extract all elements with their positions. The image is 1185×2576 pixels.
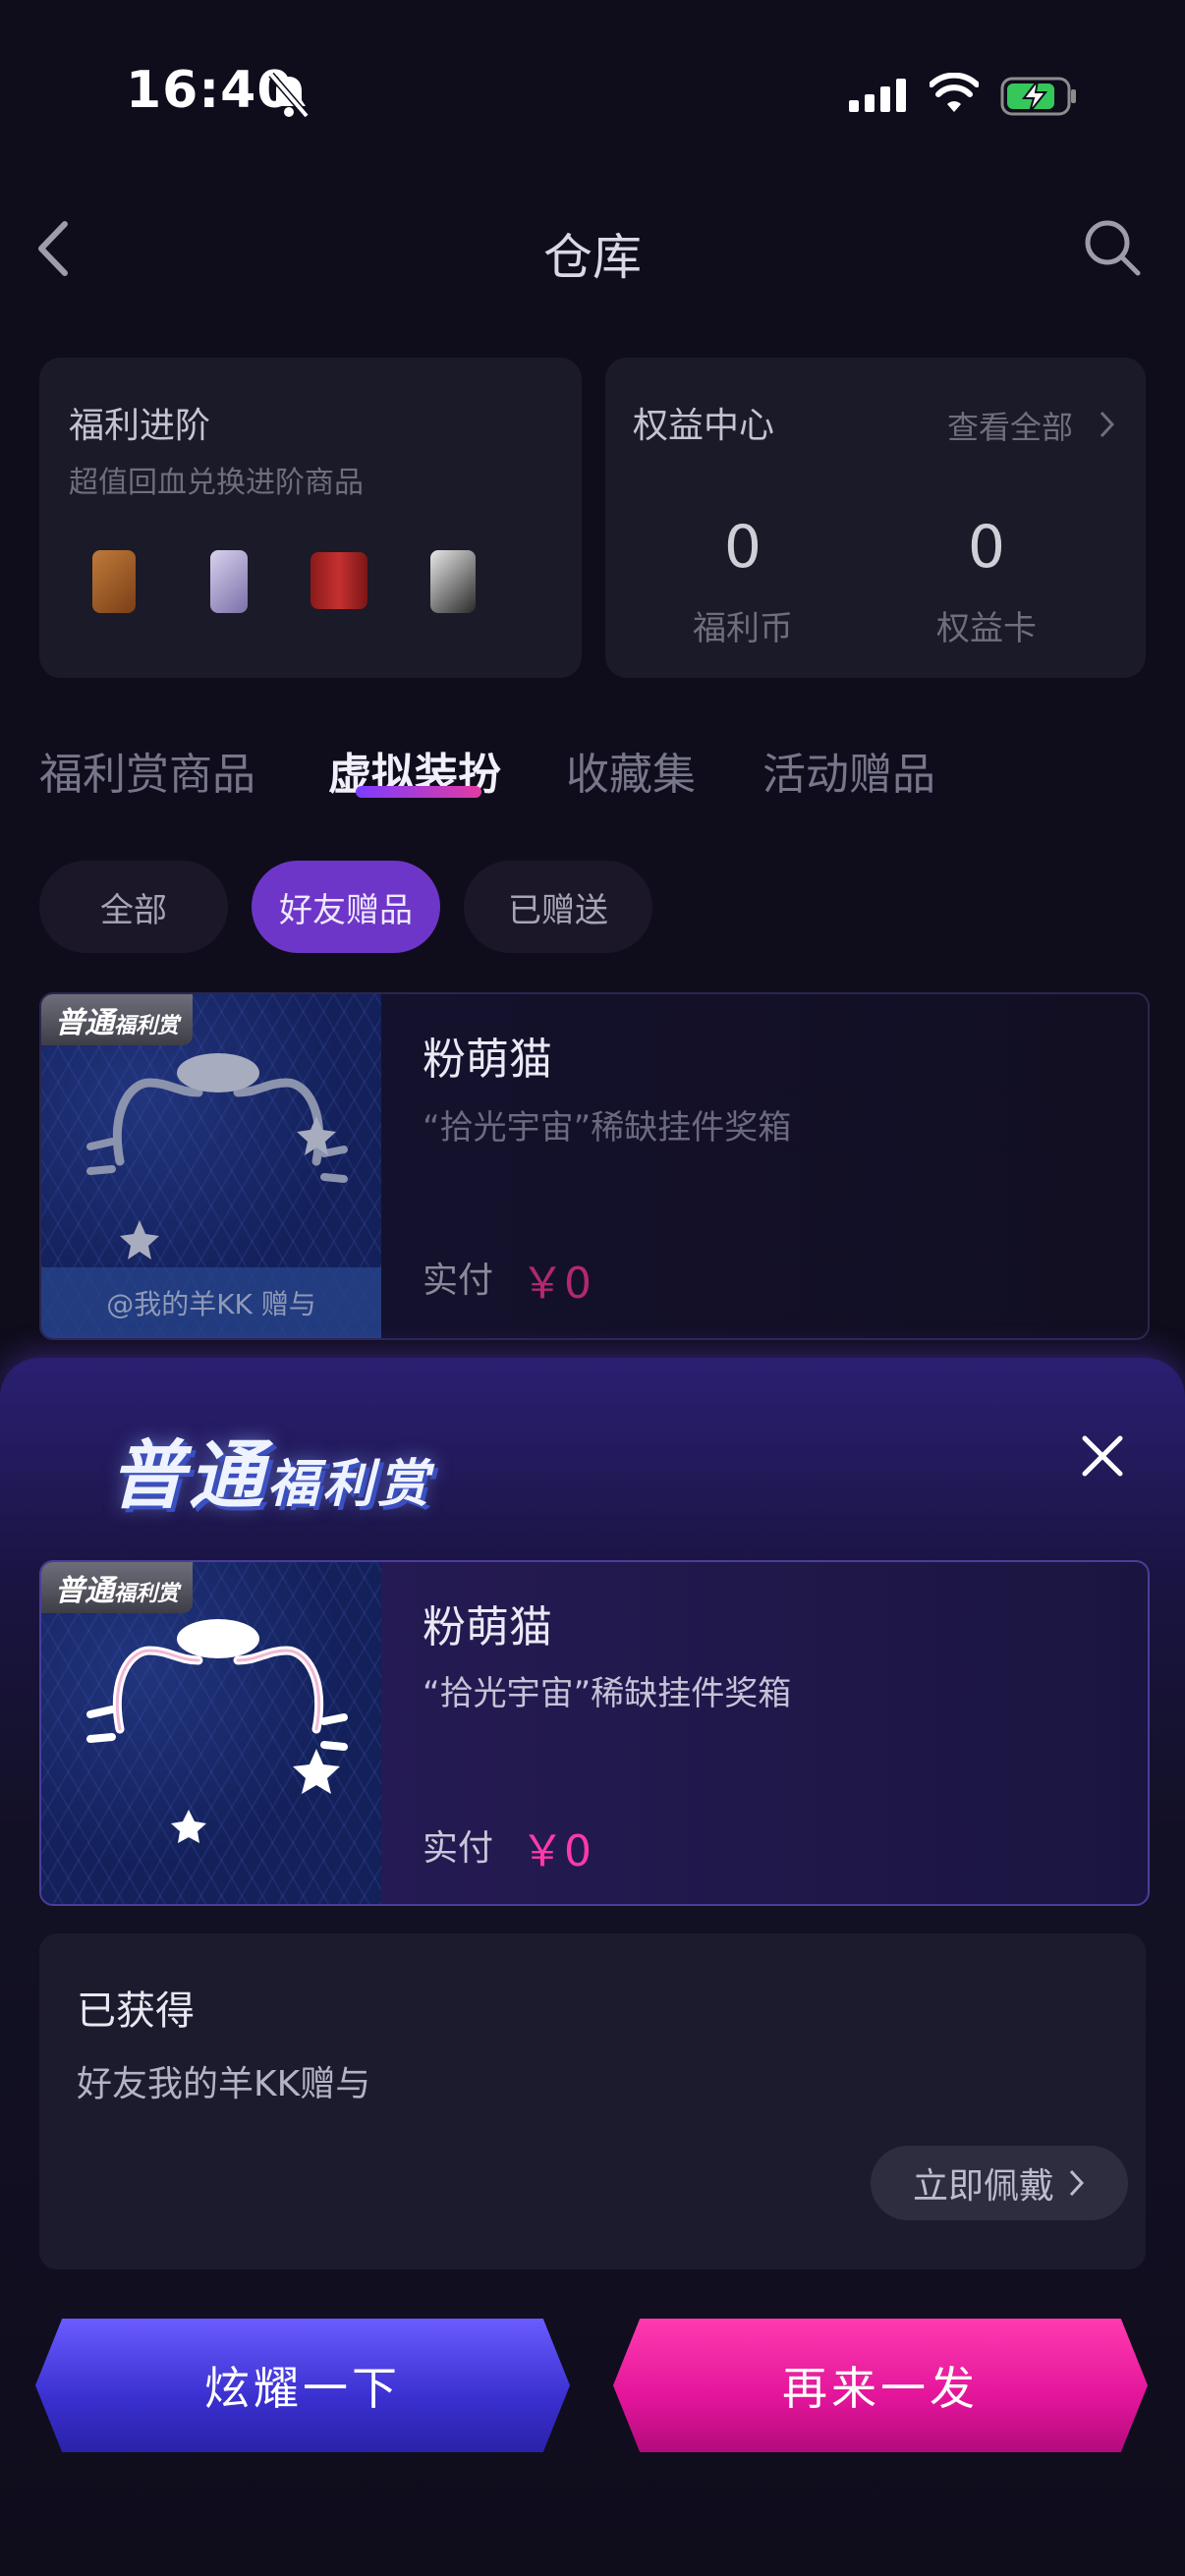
product-thumb-phone-lavender (210, 550, 248, 613)
flaunt-button[interactable]: 炫耀一下 (35, 2319, 570, 2452)
rights-card-count: 0 (967, 513, 1006, 582)
signal-icon (849, 79, 906, 112)
product-thumb-phone-red (310, 552, 367, 609)
chevron-right-icon (1069, 2169, 1085, 2197)
wifi-icon (930, 73, 979, 112)
rarity-badge: 普通福利赏 (41, 994, 194, 1045)
item-price: ￥0 (521, 1259, 592, 1309)
tab-welfare-goods[interactable]: 福利赏商品 (39, 739, 255, 802)
item-description: “拾光宇宙”稀缺挂件奖箱 (423, 1108, 792, 1148)
search-icon[interactable] (1081, 216, 1144, 279)
obtained-description: 好友我的羊KK赠与 (77, 2064, 371, 2104)
filter-chip-gifted[interactable]: 已赠送 (464, 861, 652, 953)
bell-off-icon (268, 72, 310, 119)
cat-ears-decoration (86, 1053, 348, 1260)
sheet-rarity-badge: 普通福利赏 (110, 1431, 433, 1519)
tab-collections[interactable]: 收藏集 (566, 739, 696, 802)
sheet-item-price: ￥0 (521, 1826, 592, 1876)
sheet-pay-label: 实付 (423, 1828, 494, 1869)
product-thumb-phone-orange (92, 550, 136, 613)
sheet-item-thumbnail (41, 1562, 381, 1904)
close-icon[interactable] (1077, 1430, 1128, 1482)
flaunt-label: 炫耀一下 (204, 2362, 401, 2415)
tab-event-gifts[interactable]: 活动赠品 (762, 739, 935, 802)
chevron-right-icon (1100, 411, 1115, 438)
filter-chip-all[interactable]: 全部 (39, 861, 228, 953)
battery-charging-icon (1000, 77, 1076, 116)
welfare-card-subtitle: 超值回血兑换进阶商品 (69, 466, 364, 500)
active-tab-indicator (356, 786, 481, 798)
wear-now-label: 立即佩戴 (912, 2166, 1054, 2207)
draw-again-button[interactable]: 再来一发 (613, 2319, 1148, 2452)
draw-again-label: 再来一发 (782, 2362, 979, 2415)
sheet-item-card: 普通福利赏 粉萌猫 “拾光宇宙”稀缺挂件奖箱 实付 ￥0 (39, 1560, 1150, 1906)
page-title: 仓库 (543, 229, 642, 286)
filter-chip-friend-gifts[interactable]: 好友赠品 (252, 861, 440, 953)
welfare-card-title: 福利进阶 (69, 406, 211, 446)
wear-now-button[interactable]: 立即佩戴 (871, 2146, 1128, 2220)
welfare-coin-count: 0 (723, 513, 762, 582)
sheet-item-name: 粉萌猫 (423, 1602, 552, 1652)
rarity-badge: 普通福利赏 (41, 1562, 194, 1613)
rights-card-label: 权益卡 (936, 609, 1037, 648)
cat-ears-decoration (86, 1619, 348, 1843)
sheet-item-description: “拾光宇宙”稀缺挂件奖箱 (423, 1674, 792, 1713)
item-name: 粉萌猫 (423, 1035, 552, 1085)
rights-card-title: 权益中心 (633, 406, 775, 446)
obtained-title: 已获得 (77, 1988, 195, 2034)
list-item[interactable]: @我的羊KK 赠与 普通福利赏 粉萌猫 “拾光宇宙”稀缺挂件奖箱 实付 ￥0 (39, 992, 1150, 1340)
gift-from-label: @我的羊KK 赠与 (41, 1267, 381, 1338)
item-thumbnail: @我的羊KK 赠与 (41, 994, 381, 1338)
pay-label: 实付 (423, 1260, 494, 1301)
welfare-coin-label: 福利币 (693, 609, 793, 648)
view-all-link[interactable]: 查看全部 (947, 403, 1073, 448)
product-thumb-phone-bw (430, 550, 476, 613)
